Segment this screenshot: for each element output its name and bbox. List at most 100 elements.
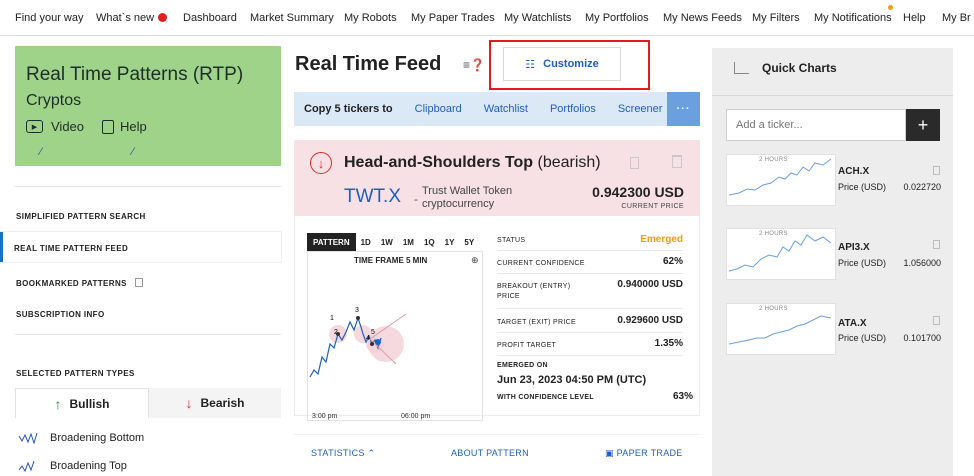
selected-pattern-types-heading: SELECTED PATTERN TYPES: [16, 369, 135, 378]
sidebar-item-real-time-pattern-feed[interactable]: REAL TIME PATTERN FEED: [14, 244, 128, 253]
statistics-toggle[interactable]: STATISTICS ⌃: [311, 448, 375, 459]
tab-bullish-label: Bullish: [69, 396, 110, 411]
nav-my-brokers[interactable]: My Br: [942, 12, 971, 24]
chart-icon: [734, 62, 749, 74]
pattern-name: Head-and-Shoulders Top (bearish): [344, 154, 601, 172]
emerged-on-value: Jun 23, 2023 04:50 PM (UTC): [497, 374, 647, 386]
help-doc-icon: [102, 119, 115, 134]
pattern-chart[interactable]: 1 2 3 4 5: [307, 251, 483, 421]
x-axis-label: 06:00 pm: [401, 413, 431, 420]
quick-chart-ticker[interactable]: ATA.X: [838, 318, 867, 329]
divider: [497, 273, 683, 274]
nav-my-portfolios[interactable]: My Portfolios: [585, 12, 649, 24]
pivot-label: 1: [330, 315, 334, 322]
copy-to-clipboard-link[interactable]: Clipboard: [415, 103, 462, 115]
current-price-label: CURRENT PRICE: [621, 203, 684, 210]
sliders-icon: ☷: [525, 58, 536, 71]
divider: [712, 95, 953, 96]
nav-my-notifications[interactable]: My Notifications: [814, 12, 892, 24]
nav-my-watchlists[interactable]: My Watchlists: [504, 12, 571, 24]
nav-my-robots[interactable]: My Robots: [344, 12, 397, 24]
nav-help[interactable]: Help: [903, 12, 926, 24]
sidebar-item-subscription-info[interactable]: SUBSCRIPTION INFO: [16, 310, 105, 319]
nav-whats-new-label: What`s new: [96, 12, 155, 24]
tab-1y[interactable]: 1Y: [440, 233, 460, 251]
sidebar-item-bookmarked-patterns[interactable]: BOOKMARKED PATTERNS: [16, 278, 143, 288]
copy-to-screener-link[interactable]: Screener: [618, 103, 663, 115]
notification-dot: [158, 13, 168, 22]
pivot-point: [370, 342, 374, 346]
tab-pattern[interactable]: PATTERN: [307, 233, 356, 251]
statistics-label: STATISTICS: [311, 448, 365, 458]
video-link[interactable]: Video: [51, 119, 84, 134]
pivot-point: [356, 316, 360, 320]
paper-trade-link[interactable]: ▣ PAPER TRADE: [605, 448, 683, 459]
about-pattern-link[interactable]: ABOUT PATTERN: [451, 448, 529, 458]
pattern-type-broadening-bottom[interactable]: Broadening Bottom: [18, 432, 144, 444]
notification-dot: [888, 5, 893, 10]
help-link[interactable]: Help: [120, 119, 147, 134]
ticker-symbol[interactable]: TWT.X: [344, 186, 401, 208]
feed-help-icon[interactable]: ≡❓: [463, 58, 485, 72]
copy-tickers-toolbar: Copy 5 tickers to Clipboard Watchlist Po…: [294, 92, 700, 126]
nav-my-news-feeds[interactable]: My News Feeds: [663, 12, 742, 24]
stat-label-line: PRICE: [497, 293, 520, 300]
zoom-icon[interactable]: ⊕: [471, 255, 479, 266]
nav-my-paper-trades[interactable]: My Paper Trades: [411, 12, 495, 24]
quick-chart-ticker[interactable]: API3.X: [838, 242, 870, 253]
quick-chart-price-label: Price (USD): [838, 182, 887, 192]
nav-whats-new[interactable]: What`s new: [96, 12, 168, 24]
status-value: Emerged: [640, 234, 683, 245]
copy-to-portfolios-link[interactable]: Portfolios: [550, 103, 596, 115]
tab-bullish[interactable]: ↑ Bullish: [15, 388, 149, 418]
quick-charts-panel: Quick Charts + 2 HOURS ACH.X Price (USD)…: [712, 48, 953, 476]
video-icon: ▶: [26, 120, 43, 133]
with-confidence-label: WITH CONFIDENCE LEVEL: [497, 394, 594, 401]
tab-1d[interactable]: 1D: [356, 233, 376, 251]
trash-icon[interactable]: [933, 316, 940, 325]
stat-value: 62%: [662, 256, 683, 267]
trash-icon[interactable]: [933, 240, 940, 249]
tab-5y[interactable]: 5Y: [459, 233, 479, 251]
left-sidebar: Real Time Patterns (RTP) Cryptos ▶ Video…: [0, 36, 290, 476]
add-ticker-button[interactable]: +: [906, 109, 940, 141]
rtp-header-card: Real Time Patterns (RTP) Cryptos ▶ Video…: [15, 46, 281, 166]
pattern-type-broadening-top[interactable]: Broadening Top: [18, 460, 127, 472]
bookmark-icon[interactable]: [630, 157, 639, 169]
copy-to-watchlist-link[interactable]: Watchlist: [484, 103, 528, 115]
nav-market-summary[interactable]: Market Summary: [250, 12, 334, 24]
edit-pencil-icon[interactable]: ∕: [132, 146, 134, 158]
rtp-links: ▶ Video Help: [26, 119, 147, 134]
nav-dashboard[interactable]: Dashboard: [183, 12, 237, 24]
divider: [497, 308, 683, 309]
quick-chart-thumbnail[interactable]: 2 HOURS: [726, 228, 836, 280]
more-options-button[interactable]: ···: [667, 92, 700, 126]
quick-chart-thumbnail[interactable]: 2 HOURS: [726, 303, 836, 355]
trash-icon[interactable]: [672, 155, 682, 168]
tab-bearish[interactable]: ↓ Bearish: [149, 388, 281, 418]
edit-pencil-icon[interactable]: ∕: [40, 146, 42, 158]
nav-my-filters[interactable]: My Filters: [752, 12, 800, 24]
divider: [497, 332, 683, 333]
chart-timeframe-label: 2 HOURS: [759, 157, 788, 163]
ticker-name-line: cryptocurrency: [422, 198, 495, 210]
sidebar-item-simplified-pattern-search[interactable]: SIMPLIFIED PATTERN SEARCH: [16, 212, 146, 221]
nav-find-your-way[interactable]: Find your way: [15, 12, 83, 24]
tab-1m[interactable]: 1M: [398, 233, 419, 251]
add-ticker-input[interactable]: [726, 109, 906, 141]
stat-label: STATUS: [497, 237, 526, 244]
divider: [15, 186, 281, 187]
customize-button[interactable]: ☷ Customize: [503, 47, 621, 81]
real-time-feed-panel: Real Time Feed ≡❓ ☷ Customize Copy 5 tic…: [290, 36, 710, 476]
divider: [497, 355, 683, 356]
quick-chart-ticker[interactable]: ACH.X: [838, 166, 869, 177]
trash-icon[interactable]: [933, 166, 940, 175]
tab-1w[interactable]: 1W: [376, 233, 398, 251]
quick-chart-thumbnail[interactable]: 2 HOURS: [726, 154, 836, 206]
divider: [294, 434, 700, 435]
bearish-arrow-icon: ↓: [310, 152, 332, 174]
tab-1q[interactable]: 1Q: [419, 233, 440, 251]
stat-value: 0.929600 USD: [617, 315, 683, 326]
chart-timeframe-label: 2 HOURS: [759, 306, 788, 312]
page-title: Real Time Patterns (RTP): [26, 64, 244, 85]
